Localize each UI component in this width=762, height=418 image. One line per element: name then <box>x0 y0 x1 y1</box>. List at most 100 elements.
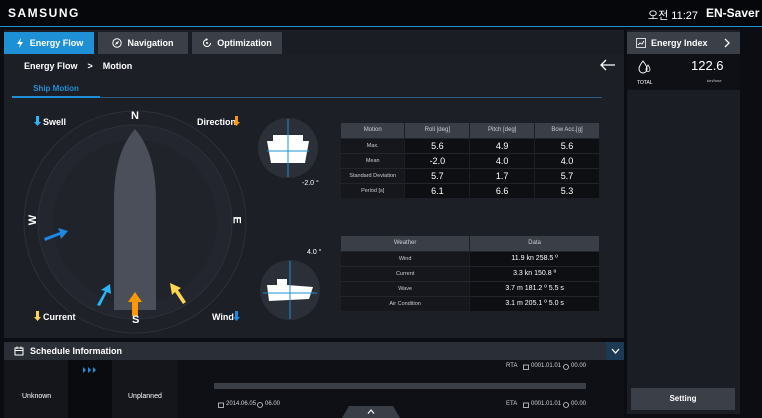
clock-small-icon <box>563 402 569 408</box>
compass-dial <box>23 110 247 334</box>
route-arrow-cell <box>68 360 112 418</box>
bow-acc-cell: 5.3 <box>534 182 600 198</box>
table-row: Air Condition 3.1 m 205.1 º 5.0 s <box>341 295 600 311</box>
pitch-cell: 6.6 <box>469 182 536 198</box>
tab-label: Energy Flow <box>29 38 84 48</box>
schedule-body: Unknown Unplanned RTA 0001.01.01 00.00 2… <box>4 360 624 418</box>
column-header: Weather <box>341 236 471 251</box>
row-label: Air Condition <box>341 295 471 311</box>
column-header: Bow Acc.[g] <box>534 123 600 138</box>
refresh-icon <box>203 38 212 47</box>
direction-label: Direction <box>197 117 237 127</box>
route-arrows-icon <box>83 367 96 373</box>
destination-cell: Unplanned <box>112 360 178 418</box>
pitch-cell: 1.7 <box>469 167 536 183</box>
weather-value: 3.1 m 205.1 º 5.0 s <box>469 295 600 311</box>
energy-index-header[interactable]: Energy Index <box>627 32 740 54</box>
weather-value: 11.9 kn 258.5 º <box>469 250 600 266</box>
compass-west: W <box>27 214 40 226</box>
clock-small-icon <box>563 364 569 370</box>
energy-index-title: Energy Index <box>651 38 708 48</box>
roll-cell: 5.7 <box>404 167 471 183</box>
roll-cell: 5.6 <box>404 137 471 153</box>
bow-acc-cell: 4.0 <box>534 152 600 168</box>
expand-panel-button[interactable] <box>342 406 400 418</box>
bow-acc-cell: 5.6 <box>534 137 600 153</box>
wind-label: Wind <box>212 312 234 322</box>
app-name: EN-Saver <box>706 6 760 20</box>
clock-small-icon <box>257 402 263 408</box>
calendar-small-icon <box>523 364 529 370</box>
compass-icon <box>112 38 123 48</box>
column-header: Motion <box>341 123 406 138</box>
pitch-cell: 4.9 <box>469 137 536 153</box>
weather-table-header: Weather Data <box>341 236 600 251</box>
chevron-right-icon[interactable] <box>723 38 731 48</box>
table-row: Period [s] 6.1 6.6 5.3 <box>341 182 600 198</box>
schedule-collapse-button[interactable] <box>606 342 624 360</box>
table-row: Standard Deviation 5.7 1.7 5.7 <box>341 167 600 183</box>
rta-date: 0001.01.01 <box>531 363 562 369</box>
calendar-small-icon <box>218 402 224 408</box>
departure-time: 06.00 <box>265 401 281 407</box>
bolt-icon <box>16 38 23 48</box>
main-panel: Energy Flow Navigation Optimization Ener… <box>4 30 624 338</box>
back-arrow-icon[interactable] <box>600 59 616 71</box>
column-header: Pitch [deg] <box>469 123 536 138</box>
tab-optimization[interactable]: Optimization <box>192 32 282 54</box>
table-row: Mean -2.0 4.0 4.0 <box>341 152 600 168</box>
tab-label: Navigation <box>127 38 174 48</box>
row-label: Period [s] <box>341 182 406 198</box>
column-header: Data <box>469 236 600 251</box>
table-row: Current 3.3 kn 150.8 º <box>341 265 600 281</box>
current-arrow-icon <box>34 311 41 321</box>
departure-date: 2014.06.05 <box>226 401 257 407</box>
column-header: Roll [deg] <box>404 123 471 138</box>
eta-date: 0001.01.01 <box>531 401 562 407</box>
setting-button[interactable]: Setting <box>631 388 735 410</box>
weather-value: 3.7 m 181.2 º 5.5 s <box>469 280 600 296</box>
total-unit: ton/hour <box>707 78 722 83</box>
energy-index-panel: Energy Index TOTAL 122.6 ton/hour Settin… <box>627 30 740 414</box>
calendar-small-icon <box>523 402 529 408</box>
current-label: Current <box>43 312 76 322</box>
schedule-panel: Schedule Information Unknown Unplanned R… <box>4 342 624 418</box>
row-label: Standard Deviation <box>341 167 406 183</box>
schedule-title: Schedule Information <box>30 346 123 356</box>
swell-label: Swell <box>43 117 67 127</box>
table-row: Max. 5.6 4.9 5.6 <box>341 137 600 153</box>
compass-widget: Swell Direction Current Wind N S E W <box>4 54 264 364</box>
compass-north: N <box>131 110 139 122</box>
tab-label: Optimization <box>217 38 272 48</box>
origin-port: Unknown <box>22 393 52 400</box>
tab-navigation[interactable]: Navigation <box>98 32 188 54</box>
calendar-icon <box>14 346 24 356</box>
schedule-header[interactable]: Schedule Information <box>4 342 624 360</box>
tab-bar: Energy Flow Navigation Optimization <box>4 30 624 54</box>
top-bar: SAMSUNG 오전 11:27 EN-Saver <box>0 0 762 27</box>
bow-acc-cell: 5.7 <box>534 167 600 183</box>
tab-energy-flow[interactable]: Energy Flow <box>4 32 94 54</box>
row-label: Mean <box>341 152 406 168</box>
clock: 오전 11:27 <box>648 10 699 22</box>
swell-arrow-icon <box>34 116 41 126</box>
rta-label: RTA <box>506 363 518 369</box>
wind-arrow-icon <box>233 311 240 321</box>
brand-logo: SAMSUNG <box>8 6 80 20</box>
destination-port: Unplanned <box>128 393 162 400</box>
compass-east: E <box>230 216 243 224</box>
compass-south: S <box>132 314 140 326</box>
total-value: 122.6 <box>691 58 724 73</box>
motion-table-header: Motion Roll [deg] Pitch [deg] Bow Acc.[g… <box>341 123 600 138</box>
trend-icon <box>636 38 646 48</box>
rta-time: 00.00 <box>571 363 587 369</box>
chevron-down-icon <box>611 348 619 354</box>
row-label: Current <box>341 265 471 281</box>
roll-value: -2.0 ° <box>302 180 319 187</box>
fuel-drop-icon <box>638 60 651 74</box>
row-label: Max. <box>341 137 406 153</box>
total-label: TOTAL <box>637 80 653 86</box>
pitch-attitude-icon <box>260 260 320 320</box>
pitch-cell: 4.0 <box>469 152 536 168</box>
row-label: Wave <box>341 280 471 296</box>
